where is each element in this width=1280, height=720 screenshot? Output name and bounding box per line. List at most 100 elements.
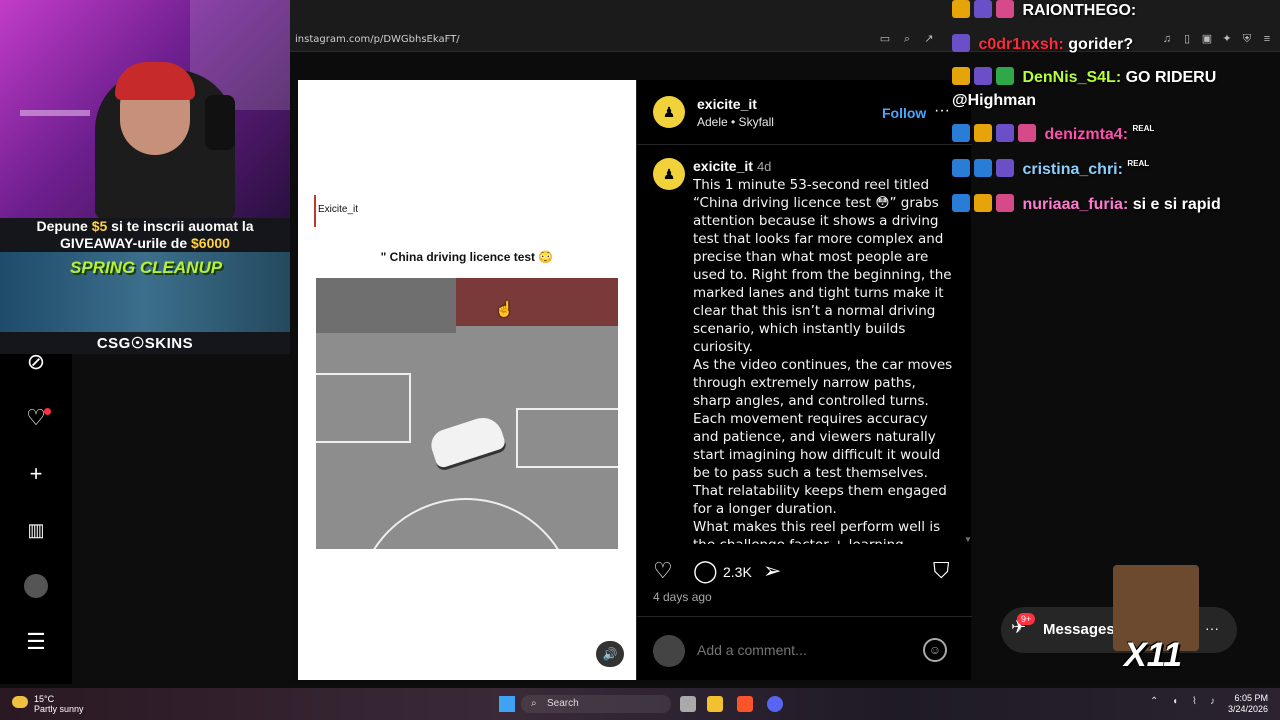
header-divider (637, 144, 972, 145)
promo-amount-1: $5 (91, 218, 108, 234)
tray-chevron-icon[interactable]: ⌃ (1150, 696, 1158, 707)
like-heart-icon[interactable]: ♡ (653, 558, 673, 584)
share-icon[interactable]: ↗ (922, 32, 936, 46)
sword-badge-icon (952, 194, 970, 212)
create-plus-icon[interactable]: + (22, 460, 50, 488)
post-actions: ♡ ◯ 2.3K ➢ ⛉ (637, 558, 972, 594)
white-car (427, 412, 507, 470)
comment-icon[interactable]: ◯ (693, 558, 718, 584)
crown-badge-icon (952, 67, 970, 85)
caption-paragraph: This 1 minute 53-second reel titled “Chi… (693, 177, 952, 355)
dashboard-icon[interactable]: ▥ (22, 516, 50, 544)
chat-username: c0dr1nxsh: (978, 36, 1064, 53)
volume-tray-icon[interactable]: ◖ (1172, 696, 1178, 707)
discord-icon[interactable] (767, 696, 783, 712)
sword-badge-icon (952, 124, 970, 142)
promo-amount-2: $6000 (191, 235, 230, 251)
streamer-beanie (115, 62, 195, 100)
chat-message: GO RIDERU (1125, 69, 1217, 86)
follow-button[interactable]: Follow (882, 105, 926, 121)
windows-start-icon[interactable] (499, 696, 515, 712)
brave-browser-icon[interactable] (737, 696, 753, 712)
weather-temp: 15°C (34, 694, 55, 704)
bot-badge-icon (996, 124, 1014, 142)
video-roof-left (316, 278, 456, 333)
comment-count: 2.3K (723, 564, 752, 580)
hamburger-menu-icon[interactable]: ☰ (22, 628, 50, 656)
chat-username: RAIONTHEGO: (1022, 2, 1137, 19)
cast-icon[interactable]: ▭ (878, 32, 892, 46)
caption-paragraph: What makes this reel perform well is the… (693, 519, 941, 544)
audio-toggle-button[interactable]: 🔊 (596, 641, 624, 667)
more-options-button[interactable]: ··· (934, 102, 950, 120)
taskbar-search[interactable]: Search (521, 695, 671, 713)
add-comment-input[interactable] (697, 642, 917, 658)
crown-badge-icon (974, 124, 992, 142)
posted-time: 4 days ago (653, 590, 712, 604)
messages-badge: 9+ (1017, 613, 1036, 625)
weather-widget[interactable]: 15°C Partly sunny (34, 694, 84, 714)
speaker-tray-icon[interactable]: ♪ (1210, 696, 1215, 707)
emoji-picker-icon[interactable]: ☺ (923, 638, 947, 662)
lane-marking (516, 408, 618, 468)
file-explorer-icon[interactable] (707, 696, 723, 712)
caption-paragraph: As the video continues, the car moves th… (693, 357, 953, 517)
chat-line: @Highman (952, 92, 1036, 110)
video-roof-right (456, 278, 618, 326)
messages-label: Messages (1043, 621, 1115, 638)
chat-username: DenNis_S4L: (1022, 69, 1122, 86)
post-details-pane: ♟ exicite_it Adele • Skyfall Follow ··· … (636, 80, 972, 680)
share-send-icon[interactable]: ➢ (763, 558, 781, 584)
zoom-icon[interactable]: ⌕ (900, 32, 914, 46)
green-badge-icon (996, 67, 1014, 85)
bot-badge-icon (996, 159, 1014, 177)
bot-badge-icon (952, 34, 970, 52)
instagram-sidenav: ⊘ ♡ + ▥ ☰ (0, 349, 72, 684)
reaction-overlay-text: X11 (1124, 636, 1182, 674)
real-emote: REAL (1127, 159, 1150, 168)
network-tray-icon[interactable]: ⌇ (1192, 696, 1197, 707)
profile-avatar[interactable] (24, 574, 48, 598)
author-avatar[interactable]: ♟ (653, 96, 685, 128)
task-view-icon[interactable] (680, 696, 696, 712)
caption-username[interactable]: exicite_it (693, 158, 753, 174)
crown-badge-icon (952, 0, 970, 18)
music-info[interactable]: Adele • Skyfall (697, 115, 774, 129)
chat-username: cristina_chri: (1022, 161, 1123, 178)
microphone (205, 95, 235, 150)
stream-chat-overlay: RAIONTHEGO: c0dr1nxsh: gorider? DenNis_S… (952, 0, 1280, 230)
post-media-pane: Exicite_it " China driving licence test … (298, 80, 636, 680)
promo-text-1: Depune (36, 218, 92, 234)
chat-line: DenNis_S4L: GO RIDERU (952, 67, 1216, 87)
chat-message: si e si rapid (1132, 196, 1221, 213)
author-name[interactable]: exicite_it (697, 96, 757, 112)
windows-taskbar: 15°C Partly sunny Search ⌕ ⌃ ◖ ⌇ ♪ 6:05 … (0, 688, 1280, 720)
chat-line: c0dr1nxsh: gorider? (952, 34, 1133, 54)
save-bookmark-icon[interactable]: ⛉ (933, 558, 950, 584)
promo-art-title: SPRING CLEANUP (70, 258, 223, 277)
clock-time: 6:05 PM (1234, 693, 1269, 703)
bot-badge-icon (974, 67, 992, 85)
giveaway-promo: Depune $5 si te inscrii auomat la GIVEAW… (0, 218, 290, 252)
lane-marking (316, 373, 411, 443)
reel-video[interactable] (316, 278, 618, 549)
chat-line: nuriaaa_furia: si e si rapid (952, 194, 1221, 214)
chat-username: denizmta4: (1044, 126, 1129, 143)
messages-more-icon[interactable]: ··· (1205, 620, 1219, 636)
mouse-cursor-icon: ☝ (495, 301, 514, 318)
chat-message: @Highman (952, 92, 1037, 109)
weather-icon (12, 696, 28, 708)
chat-line: cristina_chri: REAL (952, 159, 1149, 179)
explore-icon[interactable]: ⊘ (22, 348, 50, 376)
scroll-down-arrow-icon[interactable]: ▼ (964, 535, 972, 544)
commenter-avatar (653, 635, 685, 667)
pink-badge-icon (996, 194, 1014, 212)
search-icon: ⌕ (531, 698, 537, 709)
chat-username: nuriaaa_furia: (1022, 196, 1129, 213)
weather-condition: Partly sunny (34, 704, 84, 714)
address-bar[interactable]: instagram.com/p/DWGbhsEkaFT/ (295, 34, 460, 45)
promo-text-3: GIVEAWAY-urile de (60, 235, 192, 251)
system-clock[interactable]: 6:05 PM 3/24/2026 (1228, 693, 1268, 715)
webcam-overlay (0, 0, 290, 218)
caption-avatar[interactable]: ♟ (653, 158, 685, 190)
